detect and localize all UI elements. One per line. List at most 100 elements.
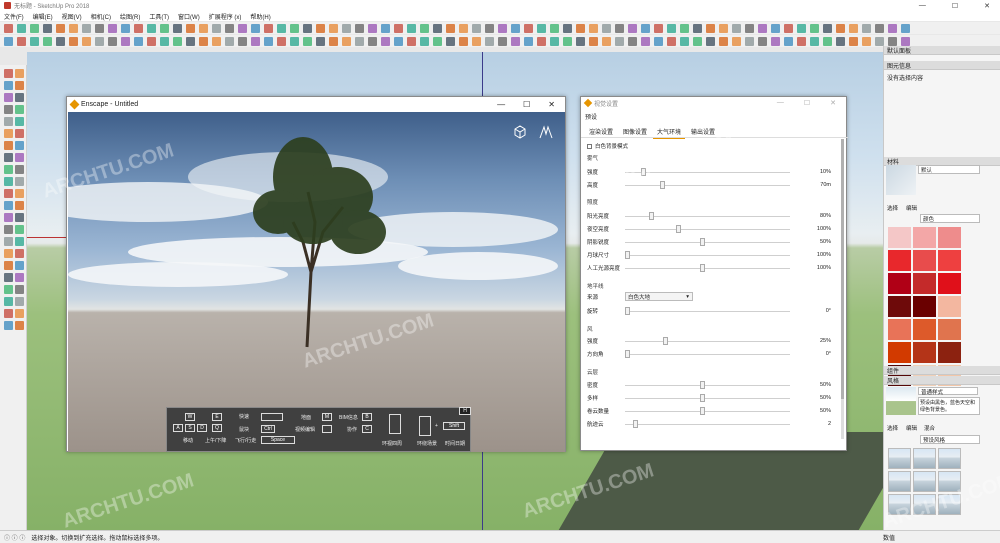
setting-slider-track[interactable]	[625, 424, 790, 425]
toolbar-tool-icon[interactable]	[407, 23, 416, 33]
setting-slider-track[interactable]	[625, 341, 790, 342]
palette-tool-icon[interactable]	[15, 93, 24, 102]
toolbar-tool-icon[interactable]	[160, 36, 169, 46]
menu-extensions[interactable]: 扩展程序 (x)	[209, 12, 242, 21]
toolbar-tool-icon[interactable]	[537, 23, 546, 33]
toolbar-tool-icon[interactable]	[108, 36, 117, 46]
enscape-minimize-button[interactable]: —	[497, 100, 505, 109]
toolbar-tool-icon[interactable]	[550, 23, 559, 33]
toolbar-tool-icon[interactable]	[823, 23, 832, 33]
toolbar-tool-icon[interactable]	[511, 23, 520, 33]
setting-slider-thumb[interactable]	[649, 212, 654, 220]
maximize-button[interactable]: ☐	[952, 2, 958, 10]
setting-slider-thumb[interactable]	[625, 251, 630, 259]
vs-close-button[interactable]: ✕	[830, 99, 836, 107]
styles-header[interactable]: 风格	[884, 376, 1000, 385]
menu-file[interactable]: 文件(F)	[4, 12, 24, 21]
toolbar-tool-icon[interactable]	[186, 36, 195, 46]
vs-minimize-button[interactable]: —	[777, 99, 784, 107]
toolbar-tool-icon[interactable]	[745, 23, 754, 33]
toolbar-tool-icon[interactable]	[251, 23, 260, 33]
enscape-maximize-button[interactable]: ☐	[523, 100, 530, 109]
toolbar-tool-icon[interactable]	[303, 23, 312, 33]
toolbar-tool-icon[interactable]	[199, 36, 208, 46]
palette-tool-icon[interactable]	[15, 249, 24, 258]
toolbar-tool-icon[interactable]	[69, 23, 78, 33]
palette-tool-icon[interactable]	[4, 225, 13, 234]
toolbar-tool-icon[interactable]	[550, 36, 559, 46]
toolbar-tool-icon[interactable]	[17, 23, 26, 33]
toolbar-tool-icon[interactable]	[732, 23, 741, 33]
toolbar-tool-icon[interactable]	[719, 36, 728, 46]
material-swatch[interactable]	[913, 319, 936, 340]
vs-scrollbar[interactable]	[841, 139, 844, 439]
toolbar-tool-icon[interactable]	[888, 36, 897, 46]
source-dropdown[interactable]: 白色大地 ▾	[625, 292, 693, 301]
toolbar-tool-icon[interactable]	[251, 36, 260, 46]
setting-slider-track[interactable]	[625, 268, 790, 269]
toolbar-tool-icon[interactable]	[394, 36, 403, 46]
material-swatch[interactable]	[938, 250, 961, 271]
toolbar-tool-icon[interactable]	[771, 23, 780, 33]
menu-tools[interactable]: 工具(T)	[149, 12, 169, 21]
palette-tool-icon[interactable]	[15, 117, 24, 126]
toolbar-tool-icon[interactable]	[888, 23, 897, 33]
palette-tool-icon[interactable]	[15, 141, 24, 150]
palette-tool-icon[interactable]	[15, 237, 24, 246]
toolbar-tool-icon[interactable]	[719, 23, 728, 33]
toolbar-tool-icon[interactable]	[134, 23, 143, 33]
minimize-button[interactable]: —	[919, 2, 926, 10]
palette-tool-icon[interactable]	[15, 321, 24, 330]
toolbar-tool-icon[interactable]	[30, 36, 39, 46]
toolbar-tool-icon[interactable]	[108, 23, 117, 33]
toolbar-tool-icon[interactable]	[290, 23, 299, 33]
material-swatch[interactable]	[888, 296, 911, 317]
toolbar-tool-icon[interactable]	[498, 36, 507, 46]
setting-slider-thumb[interactable]	[633, 420, 638, 428]
palette-tool-icon[interactable]	[15, 81, 24, 90]
toolbar-tool-icon[interactable]	[836, 36, 845, 46]
toolbar-tool-icon[interactable]	[381, 23, 390, 33]
toolbar-tool-icon[interactable]	[420, 36, 429, 46]
toolbar-tool-icon[interactable]	[30, 23, 39, 33]
setting-slider-track[interactable]	[625, 398, 790, 399]
toolbar-tool-icon[interactable]	[485, 23, 494, 33]
material-swatch[interactable]	[938, 319, 961, 340]
toolbar-tool-icon[interactable]	[95, 36, 104, 46]
toolbar-tool-icon[interactable]	[784, 36, 793, 46]
toolbar-tool-icon[interactable]	[329, 36, 338, 46]
toolbar-tool-icon[interactable]	[706, 36, 715, 46]
toolbar-tool-icon[interactable]	[641, 23, 650, 33]
toolbar-tool-icon[interactable]	[147, 36, 156, 46]
toolbar-tool-icon[interactable]	[537, 36, 546, 46]
style-thumbnail[interactable]	[913, 471, 936, 492]
toolbar-tool-icon[interactable]	[862, 36, 871, 46]
material-name-field[interactable]: 默认	[918, 165, 980, 174]
styles-select-tab[interactable]: 选择	[887, 424, 898, 432]
material-swatch[interactable]	[913, 342, 936, 363]
styles-edit-tab[interactable]: 编辑	[906, 424, 917, 432]
palette-tool-icon[interactable]	[4, 117, 13, 126]
toolbar-tool-icon[interactable]	[875, 23, 884, 33]
toolbar-tool-icon[interactable]	[82, 23, 91, 33]
toolbar-tool-icon[interactable]	[186, 23, 195, 33]
toolbar-tool-icon[interactable]	[420, 23, 429, 33]
menu-window[interactable]: 窗口(W)	[178, 12, 200, 21]
toolbar-tool-icon[interactable]	[56, 36, 65, 46]
toolbar-tool-icon[interactable]	[680, 23, 689, 33]
toolbar-tool-icon[interactable]	[862, 23, 871, 33]
toolbar-tool-icon[interactable]	[602, 23, 611, 33]
toolbar-tool-icon[interactable]	[342, 23, 351, 33]
palette-tool-icon[interactable]	[4, 81, 13, 90]
toolbar-tool-icon[interactable]	[160, 23, 169, 33]
toolbar-tool-icon[interactable]	[238, 23, 247, 33]
components-header[interactable]: 组件	[884, 366, 1000, 375]
toolbar-tool-icon[interactable]	[173, 23, 182, 33]
walk-mode-icon[interactable]	[538, 124, 554, 140]
toolbar-tool-icon[interactable]	[17, 36, 26, 46]
toolbar-tool-icon[interactable]	[563, 36, 572, 46]
style-thumbnail[interactable]	[888, 471, 911, 492]
toolbar-tool-icon[interactable]	[589, 23, 598, 33]
setting-slider-thumb[interactable]	[625, 350, 630, 358]
material-swatch[interactable]	[888, 227, 911, 248]
